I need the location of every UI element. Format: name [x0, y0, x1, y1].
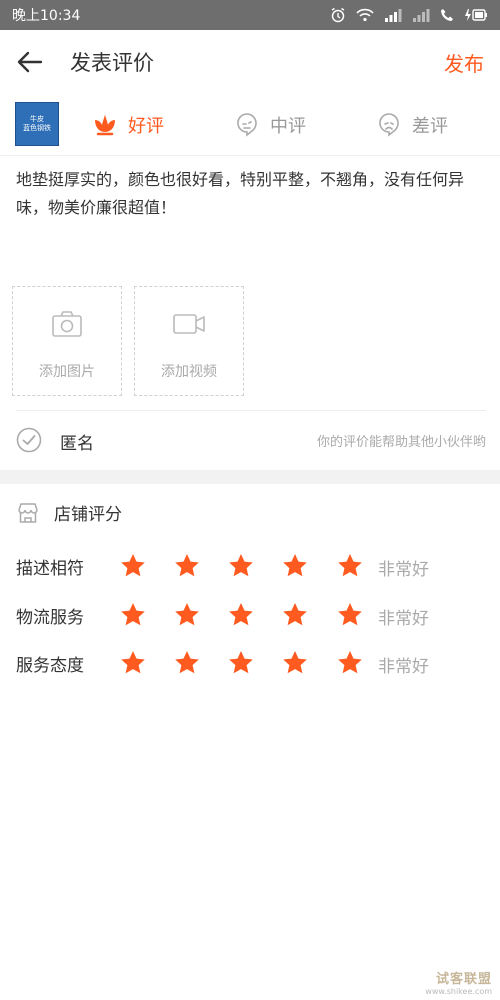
add-video-label: 添加视频 [161, 364, 217, 380]
star-icon[interactable] [227, 552, 255, 580]
star-icon[interactable] [336, 601, 364, 629]
rating-mid-label: 中评 [270, 116, 306, 137]
star-icon[interactable] [119, 649, 147, 677]
review-textarea[interactable]: 地垫挺厚实的，颜色也很好看，特别平整，不翘角，没有任何异味，物美价廉很超值！ [16, 166, 486, 222]
page-title: 发表评价 [70, 51, 154, 75]
score-row-verdict: 非常好 [378, 657, 429, 677]
star-icon[interactable] [119, 601, 147, 629]
shop-rating-title: 店铺评分 [54, 505, 122, 525]
star-icon[interactable] [336, 552, 364, 580]
back-button[interactable] [0, 30, 60, 94]
arrow-left-icon [17, 51, 43, 73]
rating-good-label: 好评 [128, 116, 164, 137]
score-row-logistics: 物流服务 非常好 [0, 595, 500, 635]
publish-button[interactable]: 发布 [444, 48, 484, 77]
rating-bad-option[interactable]: 差评 [374, 94, 448, 156]
check-circle-icon [16, 427, 42, 453]
status-bar: 晚上10:34 [0, 0, 500, 30]
watermark-url: www.shikee.com [425, 987, 492, 996]
product-thumb-line2: 蓝色钢铁 [23, 124, 51, 132]
rating-good-option[interactable]: 好评 [90, 94, 164, 156]
video-camera-icon [172, 309, 206, 339]
wifi-icon [356, 8, 374, 22]
product-thumbnail: 牛皮 蓝色钢铁 [15, 102, 59, 146]
add-photo-label: 添加图片 [39, 364, 95, 380]
rating-bad-label: 差评 [412, 116, 448, 137]
add-video-button[interactable]: 添加视频 [134, 286, 244, 396]
score-row-verdict: 非常好 [378, 560, 429, 580]
star-icon[interactable] [173, 552, 201, 580]
star-icon[interactable] [281, 601, 309, 629]
star-icon[interactable] [227, 601, 255, 629]
rating-mid-option[interactable]: 中评 [232, 94, 306, 156]
anonymous-checkbox[interactable] [16, 427, 42, 453]
status-time: 晚上10:34 [12, 8, 81, 24]
status-icons [330, 7, 488, 23]
star-icon[interactable] [336, 649, 364, 677]
star-icon[interactable] [173, 601, 201, 629]
score-row-name: 服务态度 [16, 656, 84, 676]
battery-icon [465, 9, 487, 21]
sad-face-icon [374, 110, 404, 140]
star-icon[interactable] [227, 649, 255, 677]
score-row-name: 物流服务 [16, 608, 84, 628]
app-bar: 发表评价 发布 [0, 30, 500, 94]
anonymous-row: 匿名 你的评价能帮助其他小伙伴哟 [0, 411, 500, 471]
score-row-name: 描述相符 [16, 559, 84, 579]
watermark: 试客联盟 www.shikee.com [425, 968, 492, 996]
product-thumb-line1: 牛皮 [30, 115, 44, 123]
score-row-service: 服务态度 非常好 [0, 643, 500, 683]
anonymous-label: 匿名 [60, 434, 94, 454]
rating-row: 牛皮 蓝色钢铁 好评 中评 差评 [0, 94, 500, 156]
alarm-icon [331, 7, 345, 23]
store-icon [16, 501, 40, 525]
flower-icon [90, 110, 120, 140]
star-icon[interactable] [281, 649, 309, 677]
star-icon[interactable] [173, 649, 201, 677]
score-row-verdict: 非常好 [378, 609, 429, 629]
star-icon[interactable] [119, 552, 147, 580]
section-separator [0, 470, 500, 484]
shop-rating-header: 店铺评分 [16, 500, 122, 525]
watermark-title: 试客联盟 [435, 972, 492, 987]
signal-icon [385, 9, 402, 22]
neutral-face-icon [232, 110, 262, 140]
star-icon[interactable] [281, 552, 309, 580]
camera-icon [51, 309, 83, 339]
signal-2-icon [413, 9, 430, 22]
call-icon [441, 9, 453, 21]
anonymous-hint: 你的评价能帮助其他小伙伴哟 [316, 435, 486, 450]
score-row-description: 描述相符 非常好 [0, 546, 500, 586]
add-photo-button[interactable]: 添加图片 [12, 286, 122, 396]
